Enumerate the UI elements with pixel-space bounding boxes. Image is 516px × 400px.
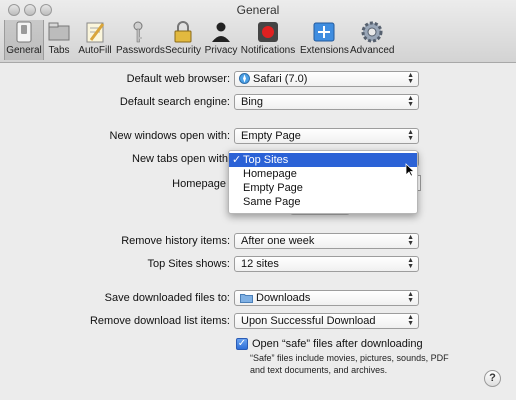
padlock-icon bbox=[174, 21, 192, 43]
silhouette-icon bbox=[212, 22, 230, 42]
popup-arrows-icon: ▲ ▼ bbox=[407, 314, 414, 327]
preferences-window: General General Tabs AutoFill Passwords … bbox=[0, 0, 516, 400]
toolbar-notifications[interactable]: Notifications bbox=[240, 20, 296, 60]
default-browser-label: Default web browser: bbox=[126, 73, 230, 85]
toolbar-autofill[interactable]: AutoFill bbox=[78, 20, 112, 60]
new-windows-value: Empty Page bbox=[241, 130, 301, 142]
popup-arrows-icon: ▲ ▼ bbox=[407, 291, 414, 304]
remove-downloads-value: Upon Successful Download bbox=[241, 315, 376, 327]
toolbar-advanced[interactable]: Advanced bbox=[350, 20, 394, 60]
remove-downloads-popup[interactable]: Upon Successful Download ▲ ▼ bbox=[234, 313, 419, 329]
top-sites-label: Top Sites shows: bbox=[147, 258, 230, 270]
toolbar-general[interactable]: General bbox=[4, 20, 44, 60]
toolbar-privacy[interactable]: Privacy bbox=[204, 20, 238, 60]
new-tabs-label: New tabs open with bbox=[132, 153, 228, 165]
help-button[interactable]: ? bbox=[484, 370, 501, 387]
remove-history-value: After one week bbox=[241, 235, 315, 247]
homepage-label: Homepage bbox=[172, 178, 226, 190]
toolbar-security[interactable]: Security bbox=[164, 20, 202, 60]
general-switch-icon bbox=[16, 21, 32, 43]
menu-item-same-page[interactable]: Same Page bbox=[229, 195, 417, 209]
top-sites-value: 12 sites bbox=[241, 258, 279, 270]
popup-arrows-icon: ▲ ▼ bbox=[407, 257, 414, 270]
save-downloads-value: Downloads bbox=[256, 292, 311, 304]
safe-files-note: “Safe” files include movies, pictures, s… bbox=[250, 353, 449, 375]
default-browser-value: Safari (7.0) bbox=[253, 73, 308, 85]
top-sites-popup[interactable]: 12 sites ▲ ▼ bbox=[234, 256, 419, 272]
checkmark-icon: ✓ bbox=[232, 154, 242, 166]
save-downloads-label: Save downloaded files to: bbox=[104, 292, 230, 304]
gear-icon bbox=[361, 21, 383, 43]
popup-arrows-icon: ▲ ▼ bbox=[407, 95, 414, 108]
open-safe-files-label: Open “safe” files after downloading bbox=[252, 338, 423, 350]
remove-history-popup[interactable]: After one week ▲ ▼ bbox=[234, 233, 419, 249]
key-icon bbox=[133, 21, 143, 43]
remove-downloads-label: Remove download list items: bbox=[89, 315, 230, 327]
titlebar-toolbar: General General Tabs AutoFill Passwords … bbox=[0, 0, 516, 63]
new-tabs-dropdown-menu: ✓ Top Sites Homepage Empty Page Same Pag… bbox=[228, 150, 418, 214]
puzzle-icon bbox=[313, 22, 335, 42]
menu-item-homepage[interactable]: Homepage bbox=[229, 167, 417, 181]
menu-item-top-sites[interactable]: ✓ Top Sites bbox=[229, 153, 417, 167]
remove-history-label: Remove history items: bbox=[121, 235, 230, 247]
popup-arrows-icon: ▲ ▼ bbox=[407, 234, 414, 247]
search-engine-popup[interactable]: Bing ▲ ▼ bbox=[234, 94, 419, 110]
new-windows-label: New windows open with: bbox=[109, 130, 230, 142]
search-engine-label: Default search engine: bbox=[119, 96, 230, 108]
popup-arrows-icon: ▲ ▼ bbox=[407, 129, 414, 142]
tabs-icon bbox=[48, 22, 70, 41]
search-engine-value: Bing bbox=[241, 96, 264, 108]
popup-arrows-icon: ▲ ▼ bbox=[407, 72, 414, 85]
default-browser-popup[interactable]: Safari (7.0) ▲ ▼ bbox=[234, 71, 419, 87]
pencil-paper-icon bbox=[86, 22, 105, 43]
new-windows-popup[interactable]: Empty Page ▲ ▼ bbox=[234, 128, 419, 144]
window-title: General bbox=[236, 3, 280, 17]
folder-icon bbox=[240, 294, 253, 303]
open-safe-files-checkbox[interactable]: ✓ bbox=[236, 338, 248, 350]
toolbar-extensions[interactable]: Extensions bbox=[300, 20, 349, 60]
mouse-pointer-icon bbox=[405, 163, 415, 177]
toolbar-passwords[interactable]: Passwords bbox=[116, 20, 165, 60]
menu-item-empty-page[interactable]: Empty Page bbox=[229, 181, 417, 195]
save-downloads-popup[interactable]: Downloads ▲ ▼ bbox=[234, 290, 419, 306]
toolbar-tabs[interactable]: Tabs bbox=[44, 20, 74, 60]
safari-compass-icon bbox=[239, 73, 250, 84]
notification-red-dot-icon bbox=[258, 22, 278, 42]
